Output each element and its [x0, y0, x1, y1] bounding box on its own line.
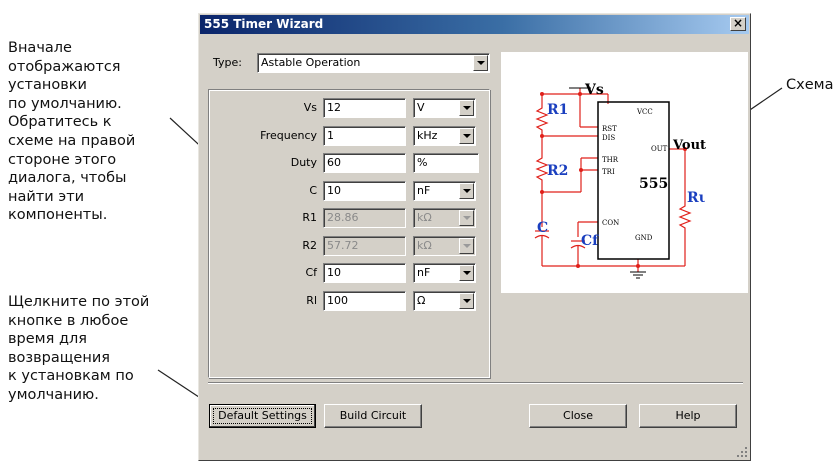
- param-input-frequency[interactable]: 1: [323, 126, 406, 146]
- type-dropdown-value: Astable Operation: [261, 56, 361, 69]
- build-circuit-button[interactable]: Build Circuit: [324, 404, 422, 428]
- unit-value-frequency: kHz: [417, 129, 438, 142]
- pin-rst: RST: [602, 125, 617, 133]
- param-value-r1: 28.86: [327, 211, 359, 224]
- unit-value-c: nF: [417, 184, 431, 197]
- pin-gnd: GND: [635, 234, 653, 242]
- unit-dropdown-vs[interactable]: V: [413, 98, 476, 118]
- chevron-down-icon: [459, 210, 474, 226]
- unit-value-r2: kΩ: [417, 239, 432, 252]
- param-label-cf: Cf: [305, 266, 317, 279]
- unit-dropdown-cf[interactable]: nF: [413, 263, 476, 283]
- param-input-duty[interactable]: 60: [323, 153, 406, 173]
- close-window-button[interactable]: ×: [730, 17, 746, 31]
- param-value-vs: 12: [327, 101, 341, 114]
- help-button[interactable]: Help: [639, 404, 737, 428]
- chevron-down-icon[interactable]: [473, 55, 488, 71]
- pin-con: CON: [602, 219, 619, 227]
- r2-label: R2: [547, 163, 568, 179]
- pin-vcc: VCC: [636, 108, 653, 116]
- param-value-duty: 60: [327, 156, 341, 169]
- vs-label: Vs: [584, 82, 604, 98]
- param-value-frequency: 1: [327, 129, 334, 142]
- circuit-schematic: Vs R1 R2 C Cf Rι Vout 555 VCC RST DIS TH…: [501, 52, 748, 293]
- param-value-cf: 10: [327, 266, 341, 279]
- unit-value-cf: nF: [417, 266, 431, 279]
- close-label: Close: [563, 409, 593, 422]
- default-settings-button[interactable]: Default Settings: [209, 404, 316, 428]
- build-circuit-label: Build Circuit: [339, 409, 407, 422]
- type-dropdown[interactable]: Astable Operation: [257, 53, 490, 73]
- param-label-rl: Rl: [306, 294, 317, 307]
- param-input-cf[interactable]: 10: [323, 263, 406, 283]
- chevron-down-icon: [459, 238, 474, 254]
- pin-thr: THR: [602, 156, 619, 164]
- unit-dropdown-r1: kΩ: [413, 208, 476, 228]
- unit-value-rl: Ω: [417, 294, 426, 307]
- resize-grip-icon[interactable]: [736, 446, 748, 458]
- param-input-rl[interactable]: 100: [323, 291, 406, 311]
- chevron-down-icon[interactable]: [459, 293, 474, 309]
- separator: [208, 382, 743, 384]
- cf-label: Cf: [581, 233, 599, 249]
- pin-out: OUT: [651, 145, 668, 153]
- param-label-r2: R2: [302, 239, 317, 252]
- param-input-vs[interactable]: 12: [323, 98, 406, 118]
- unit-value-r1: kΩ: [417, 211, 432, 224]
- c-label: C: [537, 220, 548, 236]
- pin-tri: TRI: [602, 168, 615, 176]
- param-value-c: 10: [327, 184, 341, 197]
- param-input-r1: 28.86: [323, 208, 406, 228]
- pin-dis: DIS: [602, 134, 615, 142]
- param-value-rl: 100: [327, 294, 348, 307]
- param-label-vs: Vs: [303, 101, 317, 114]
- help-label: Help: [675, 409, 701, 422]
- param-input-r2: 57.72: [323, 236, 406, 256]
- param-label-frequency: Frequency: [260, 129, 317, 142]
- param-value-r2: 57.72: [327, 239, 359, 252]
- rl-label: Rι: [687, 190, 706, 206]
- vout-label: Vout: [672, 138, 706, 153]
- title-bar[interactable]: 555 Timer Wizard ×: [200, 15, 749, 34]
- param-label-c: C: [309, 184, 317, 197]
- param-label-duty: Duty: [290, 156, 317, 169]
- unit-dropdown-c[interactable]: nF: [413, 181, 476, 201]
- unit-dropdown-frequency[interactable]: kHz: [413, 126, 476, 146]
- chevron-down-icon[interactable]: [459, 128, 474, 144]
- unit-value-vs: V: [417, 101, 425, 114]
- param-label-r1: R1: [302, 211, 317, 224]
- chip-number: 555: [639, 176, 668, 192]
- param-input-c[interactable]: 10: [323, 181, 406, 201]
- chevron-down-icon[interactable]: [459, 265, 474, 281]
- schematic-diagram: Vs R1 R2 C Cf Rι Vout 555 VCC RST DIS TH…: [534, 82, 706, 279]
- close-button[interactable]: Close: [529, 404, 627, 428]
- default-settings-label: Default Settings: [218, 409, 307, 422]
- chevron-down-icon[interactable]: [459, 100, 474, 116]
- unit-dropdown-rl[interactable]: Ω: [413, 291, 476, 311]
- unit-value-duty: %: [417, 156, 428, 169]
- chevron-down-icon[interactable]: [459, 183, 474, 199]
- dialog-title: 555 Timer Wizard: [204, 17, 324, 31]
- close-icon: ×: [732, 16, 744, 30]
- type-label: Type:: [213, 56, 242, 69]
- unit-dropdown-r2: kΩ: [413, 236, 476, 256]
- unit-field-duty: %: [413, 153, 479, 173]
- r1-label: R1: [547, 102, 568, 118]
- timer-wizard-dialog: 555 Timer Wizard × Type: Astable Operati…: [198, 13, 751, 461]
